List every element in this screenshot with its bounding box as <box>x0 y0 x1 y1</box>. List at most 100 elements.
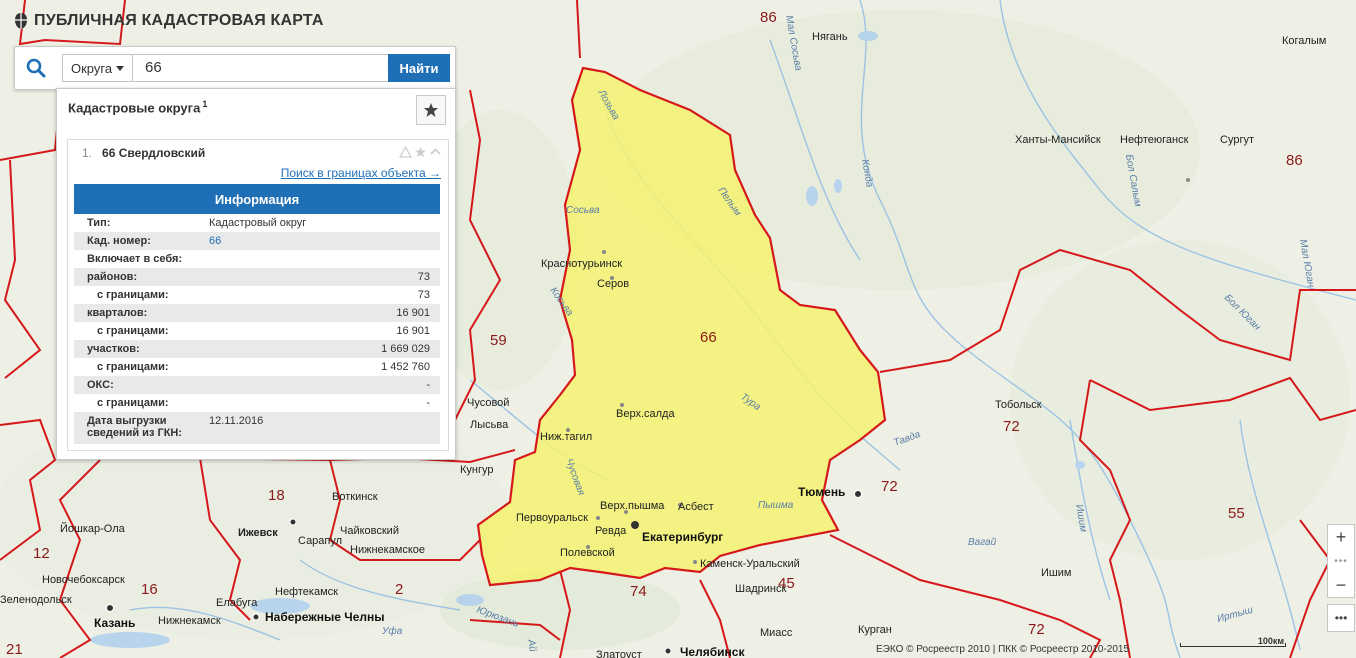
region-number: 59 <box>490 332 507 349</box>
info-value: 16 901 <box>396 325 430 337</box>
zoom-out-button[interactable]: − <box>1328 573 1354 597</box>
zoom-slider-handle[interactable]: ••• <box>1328 549 1354 573</box>
city-label: Елабуга <box>216 597 258 609</box>
info-key: с границами: <box>97 289 169 301</box>
city-label: Асбест <box>678 501 714 513</box>
favorite-button[interactable] <box>416 95 446 125</box>
info-key: с границами: <box>97 361 169 373</box>
region-number: 18 <box>268 487 285 504</box>
scale-bar: 100км <box>1180 636 1286 650</box>
city-label: Каменск-Уральский <box>700 558 800 570</box>
region-number: 72 <box>1003 418 1020 435</box>
info-row: с границами: 1 452 760 <box>74 358 440 376</box>
city-label: Златоуст <box>596 649 642 658</box>
city-label: Нефтеюганск <box>1120 134 1189 146</box>
city-label-major: Екатеринбург <box>642 530 723 544</box>
search-icon[interactable] <box>25 58 47 78</box>
city-label: Ижевск <box>238 527 278 539</box>
search-within-boundaries-link[interactable]: Поиск в границах объекта → <box>281 166 441 180</box>
info-row: участков: 1 669 029 <box>74 340 440 358</box>
zoom-in-button[interactable]: + <box>1328 525 1354 549</box>
chevron-down-icon <box>116 65 125 71</box>
city-label: Шадринск <box>735 583 786 595</box>
info-value: 73 <box>417 289 430 301</box>
info-row: районов: 73 <box>74 268 440 286</box>
info-row: Дата выгрузки сведений из ГКН: 12.11.2016 <box>74 412 440 444</box>
cadastral-number-link[interactable]: 66 <box>209 235 221 247</box>
panel-title-text: Кадастровые округа <box>68 100 201 116</box>
info-row: кварталов: 16 901 <box>74 304 440 322</box>
info-value: 73 <box>417 271 430 283</box>
info-row: с границами: 73 <box>74 286 440 304</box>
region-number: 55 <box>1228 505 1245 522</box>
app-title: ПУБЛИЧНАЯ КАДАСТРОВАЯ КАРТА <box>14 12 324 30</box>
info-row: Кад. номер: 66 <box>74 232 440 250</box>
city-label: Краснотурьинск <box>541 258 622 270</box>
app-title-text: ПУБЛИЧНАЯ КАДАСТРОВАЯ КАРТА <box>34 12 324 29</box>
info-value: - <box>426 379 430 391</box>
more-options-button[interactable]: ••• <box>1327 604 1355 632</box>
info-key: кварталов: <box>87 307 148 319</box>
city-label: Серов <box>597 278 629 290</box>
info-value: Кадастровый округ <box>209 217 307 229</box>
city-label: Полевской <box>560 547 615 559</box>
info-key: Тип: <box>87 217 111 229</box>
info-value: 1 669 029 <box>381 343 430 355</box>
city-label: Ниж.тагил <box>540 431 592 443</box>
info-key: Кад. номер: <box>87 235 151 247</box>
info-key: районов: <box>87 271 138 283</box>
region-number: 16 <box>141 581 158 598</box>
city-label: Верх.салда <box>616 408 675 420</box>
city-label: Тобольск <box>995 399 1042 411</box>
city-label: Чайковский <box>340 525 399 537</box>
scale-ruler <box>1180 643 1286 647</box>
warning-icon[interactable] <box>399 146 412 158</box>
city-label: Кунгур <box>460 464 494 476</box>
panel-title: Кадастровые округа 1 <box>68 99 207 115</box>
info-key: Дата выгрузки сведений из ГКН: <box>87 415 183 439</box>
search-submit-button[interactable]: Найти <box>388 54 450 82</box>
result-heading[interactable]: 1. 66 Свердловский <box>82 146 205 160</box>
search-category-value: Округа <box>71 60 113 76</box>
city-label-major: Тюмень <box>798 485 845 499</box>
info-table: Тип: Кадастровый округ Кад. номер: 66 Вклю… <box>74 214 440 444</box>
search-bar: Округа 66 × Найти <box>14 46 456 90</box>
region-number: 74 <box>630 583 647 600</box>
info-row: с границами: - <box>74 394 440 412</box>
city-label: Верх.пышма <box>600 500 665 512</box>
river-label: Уфа <box>381 625 403 637</box>
search-field: Округа 66 × <box>62 54 404 82</box>
city-label: Нижнекамск <box>158 615 221 627</box>
city-label: Лысьва <box>470 419 509 431</box>
city-label: Когалым <box>1282 35 1326 47</box>
city-label: Зеленодольск <box>0 594 72 606</box>
result-card: 1. 66 Свердловский Поиск в границах объек… <box>67 139 449 451</box>
star-icon <box>424 103 438 117</box>
region-number: 2 <box>395 581 403 598</box>
river-label: Вагай <box>968 537 997 548</box>
info-row: Включает в себя: <box>74 250 440 268</box>
info-value: 1 452 760 <box>381 361 430 373</box>
info-header: Информация <box>74 184 440 214</box>
city-label: Нягань <box>812 31 848 43</box>
region-number: 66 <box>700 329 717 346</box>
region-number: 86 <box>1286 152 1303 169</box>
chevron-up-icon[interactable] <box>429 146 442 158</box>
star-outline-icon[interactable] <box>414 146 427 158</box>
city-label: Ревда <box>595 525 627 537</box>
city-label-major: Челябинск <box>680 645 745 658</box>
search-category-select[interactable]: Округа <box>63 55 133 81</box>
info-key: участков: <box>87 343 140 355</box>
region-number: 72 <box>881 478 898 495</box>
search-input[interactable]: 66 <box>145 59 162 76</box>
region-number: 86 <box>760 9 777 26</box>
cadastre-logo-icon <box>15 13 27 29</box>
city-label: Воткинск <box>332 491 378 503</box>
info-value: 12.11.2016 <box>209 415 264 427</box>
city-label: Чусовой <box>467 397 509 409</box>
city-label: Ханты-Мансийск <box>1015 134 1101 146</box>
info-key: с границами: <box>97 397 169 409</box>
info-row: ОКС: - <box>74 376 440 394</box>
city-label-major: Казань <box>94 616 135 630</box>
result-name: 66 Свердловский <box>102 146 206 160</box>
